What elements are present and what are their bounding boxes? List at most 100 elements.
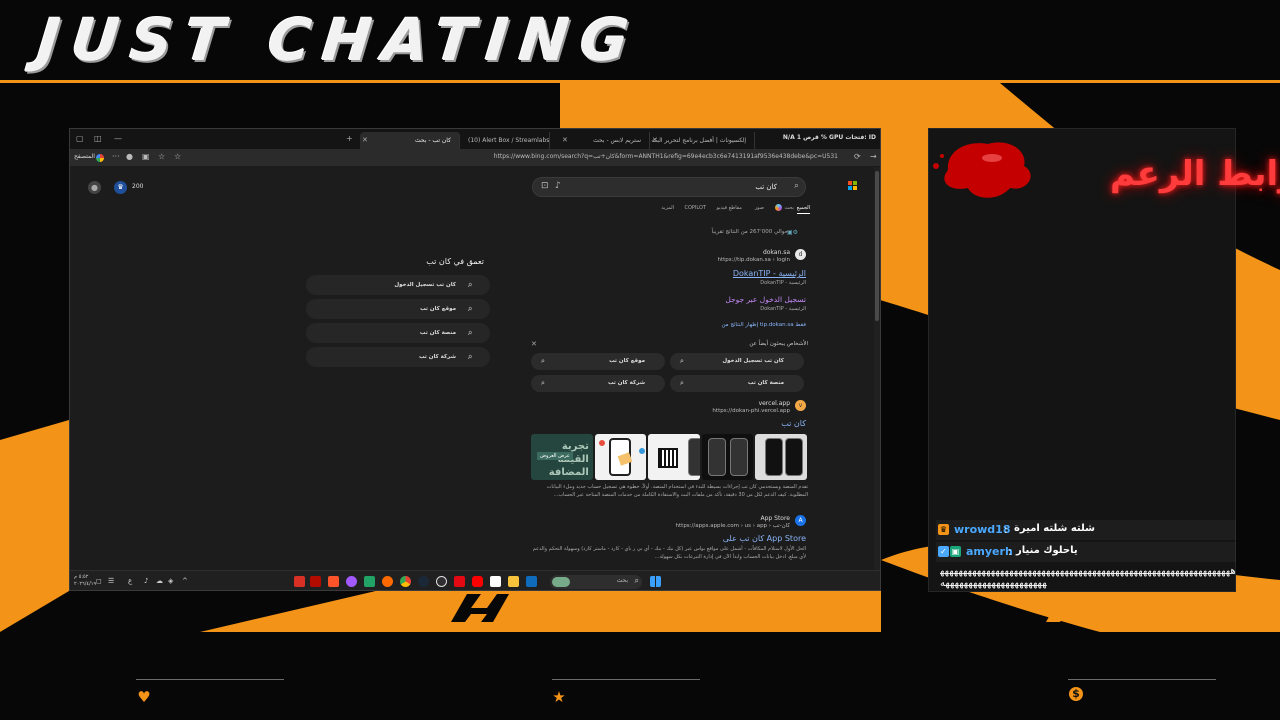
- tab-streamlabs-search[interactable]: ✕ ستريم لابس - بحث: [560, 132, 650, 149]
- search-icon: ⌕: [541, 357, 545, 365]
- new-tab-icon[interactable]: +: [346, 134, 353, 143]
- result-url[interactable]: https://tip.dokan.sa › login: [717, 257, 790, 263]
- search-input[interactable]: ⊡ ♪ كان تب ⌕: [532, 177, 806, 197]
- close-icon[interactable]: ✕: [652, 132, 658, 149]
- tab-copilot[interactable]: COPILOT: [684, 205, 706, 211]
- close-icon[interactable]: ✕: [362, 132, 368, 149]
- show-site-results-link[interactable]: إظهار النتائج من tip.dokan.sa فقط: [721, 322, 806, 328]
- obs-icon[interactable]: [436, 576, 447, 587]
- microphone-icon[interactable]: ♪: [555, 181, 561, 191]
- app-icon[interactable]: [294, 576, 305, 587]
- people-also-search-chip[interactable]: ⌕ كان تب تسجيل الدخول: [670, 353, 804, 370]
- overlay-title: JUST CHATING: [34, 6, 644, 74]
- forward-icon[interactable]: →: [870, 152, 877, 161]
- tab-videos[interactable]: مقاطع فيديو: [717, 205, 742, 211]
- result-site-name: vercel.app: [758, 400, 790, 407]
- result-snippet: الحل الأول لاستلام المكافآت - أشمل على م…: [532, 546, 806, 560]
- result-snippet: تقدم المنصة ويستخدمي كان تب إجراءات بسيط…: [546, 484, 808, 498]
- messenger-icon[interactable]: [346, 576, 357, 587]
- result-url[interactable]: https://dokan-phi.vercel.app: [712, 408, 790, 414]
- result-url[interactable]: https://apps.apple.com › us › app › كان-…: [676, 523, 790, 529]
- windows-start-icon[interactable]: [650, 576, 661, 587]
- app-screenshot-image[interactable]: [701, 434, 754, 480]
- verified-badge-icon: ✓: [938, 546, 949, 557]
- qr-code-image[interactable]: [648, 434, 700, 480]
- taskbar-search-box[interactable]: بحث ⌕: [550, 575, 642, 589]
- visual-search-icon[interactable]: ⊡: [541, 181, 549, 191]
- search-icon[interactable]: ⌕: [794, 181, 799, 191]
- media-icon[interactable]: [382, 576, 393, 587]
- url-field[interactable]: https://www.bing.com/search?q=كان+تب&for…: [182, 153, 838, 160]
- refresh-icon[interactable]: ⟳: [854, 152, 861, 161]
- more-menu-icon[interactable]: ···: [112, 152, 120, 161]
- favorites-icon[interactable]: ☆: [158, 152, 165, 161]
- tray-expand-icon[interactable]: ^: [182, 577, 188, 585]
- people-also-search-chip[interactable]: ⌕ شركة كان تب: [531, 375, 665, 392]
- promo-image[interactable]: تجربة القيمة المضافة عرض العروض: [531, 434, 593, 480]
- tab-actions-icon[interactable]: ◫: [94, 134, 102, 143]
- network-icon[interactable]: ☰: [108, 577, 114, 585]
- chrome-icon[interactable]: [400, 576, 411, 587]
- user-icon[interactable]: ●: [88, 181, 101, 194]
- chat-message-text: هههههههههههههههههههههههههههههههههههههههه…: [940, 566, 1236, 589]
- capcut-icon[interactable]: [490, 576, 501, 587]
- extension-icon[interactable]: [96, 154, 104, 162]
- tab-editing-software[interactable]: ✕ إلكسيونات | أفضل برنامج لتحرير البث: [650, 132, 755, 149]
- related-search-item[interactable]: ⌕ شركة كان تب: [306, 347, 490, 367]
- browser-menu-icon[interactable]: ▢: [76, 134, 84, 143]
- store-icon[interactable]: [526, 576, 537, 587]
- taskbar-clock[interactable]: ٥:٥٢ م ٢٠٢٦/٤/١٩: [74, 574, 96, 588]
- brave-icon[interactable]: [328, 576, 339, 587]
- app-screenshot-image[interactable]: [594, 434, 647, 480]
- tab-all[interactable]: الجميع: [796, 205, 810, 214]
- people-also-search-chip[interactable]: ⌕ موقع كان تب: [531, 353, 665, 370]
- related-search-item[interactable]: ⌕ منصة كان تب: [306, 323, 490, 343]
- rewards-icon[interactable]: ♛: [114, 181, 127, 194]
- profile-label[interactable]: المتصفح: [74, 153, 95, 160]
- language-indicator[interactable]: ع: [128, 577, 132, 585]
- tab-bing-search[interactable]: ✕ كان تب - بحث: [360, 132, 460, 149]
- excel-icon[interactable]: [364, 576, 375, 587]
- footer-divider-right: [1068, 679, 1216, 680]
- crown-badge-icon: ♛: [938, 524, 949, 535]
- file-explorer-icon[interactable]: [508, 576, 519, 587]
- related-search-item[interactable]: ⌕ كان تب تسجيل الدخول: [306, 275, 490, 295]
- microphone-icon[interactable]: ♪: [144, 577, 148, 585]
- tab-images[interactable]: صور: [755, 205, 764, 211]
- microsoft-logo-icon[interactable]: [848, 181, 857, 190]
- search-result: v vercel.app https://dokan-phi.vercel.ap…: [526, 400, 806, 430]
- collections-icon[interactable]: ▣: [142, 152, 150, 161]
- youtube-icon[interactable]: [472, 576, 483, 587]
- security-icon[interactable]: ◈: [168, 577, 173, 585]
- notification-icon[interactable]: ◻: [96, 577, 102, 585]
- close-icon[interactable]: ✕: [531, 340, 537, 348]
- page-scrollbar[interactable]: [874, 167, 880, 570]
- result-title-link[interactable]: كان تب على App Store: [723, 534, 806, 543]
- results-tools-icon[interactable]: ▣⚙: [787, 229, 798, 236]
- back-history-icon[interactable]: —: [114, 134, 122, 143]
- result-sublink[interactable]: تسجيل الدخول عبر جوجل: [725, 295, 806, 304]
- footer-divider-center: [552, 679, 700, 680]
- tab-more[interactable]: المزيد: [661, 205, 674, 211]
- netflix-icon[interactable]: [454, 576, 465, 587]
- result-title-link[interactable]: كان تب: [781, 419, 806, 428]
- people-also-search-chip[interactable]: ⌕ منصة كان تب: [670, 375, 804, 392]
- donation-link-label: رابط الرعم: [1110, 154, 1280, 194]
- result-title-link[interactable]: DokanTIP - الرئيسية: [733, 269, 806, 278]
- avatar-icon[interactable]: ●: [126, 152, 133, 161]
- related-search-item[interactable]: ⌕ موقع كان تب: [306, 299, 490, 319]
- steam-icon[interactable]: [418, 576, 429, 587]
- onedrive-icon[interactable]: ☁: [156, 577, 163, 585]
- star-icon: ★: [552, 688, 566, 706]
- result-image-carousel[interactable]: تجربة القيمة المضافة عرض العروض: [531, 434, 807, 480]
- close-icon[interactable]: ✕: [562, 132, 568, 149]
- scrollbar-thumb[interactable]: [875, 171, 879, 321]
- acrobat-icon[interactable]: [310, 576, 321, 587]
- subscriber-badge-icon: ▣: [950, 546, 961, 557]
- tab-search[interactable]: بحث: [784, 205, 794, 211]
- system-stats: N/A قرص 1 % GPU فتحات: ID: [782, 134, 876, 141]
- bing-results-page: ● ♛ 200 ⊡ ♪ كان تب ⌕ الجميع بحث صور مقاط…: [70, 167, 876, 570]
- add-favorite-icon[interactable]: ☆: [174, 152, 181, 161]
- tab-streamlabs[interactable]: (10) Alert Box / Streamlabs: [460, 132, 550, 149]
- app-screenshot-image[interactable]: [755, 434, 807, 480]
